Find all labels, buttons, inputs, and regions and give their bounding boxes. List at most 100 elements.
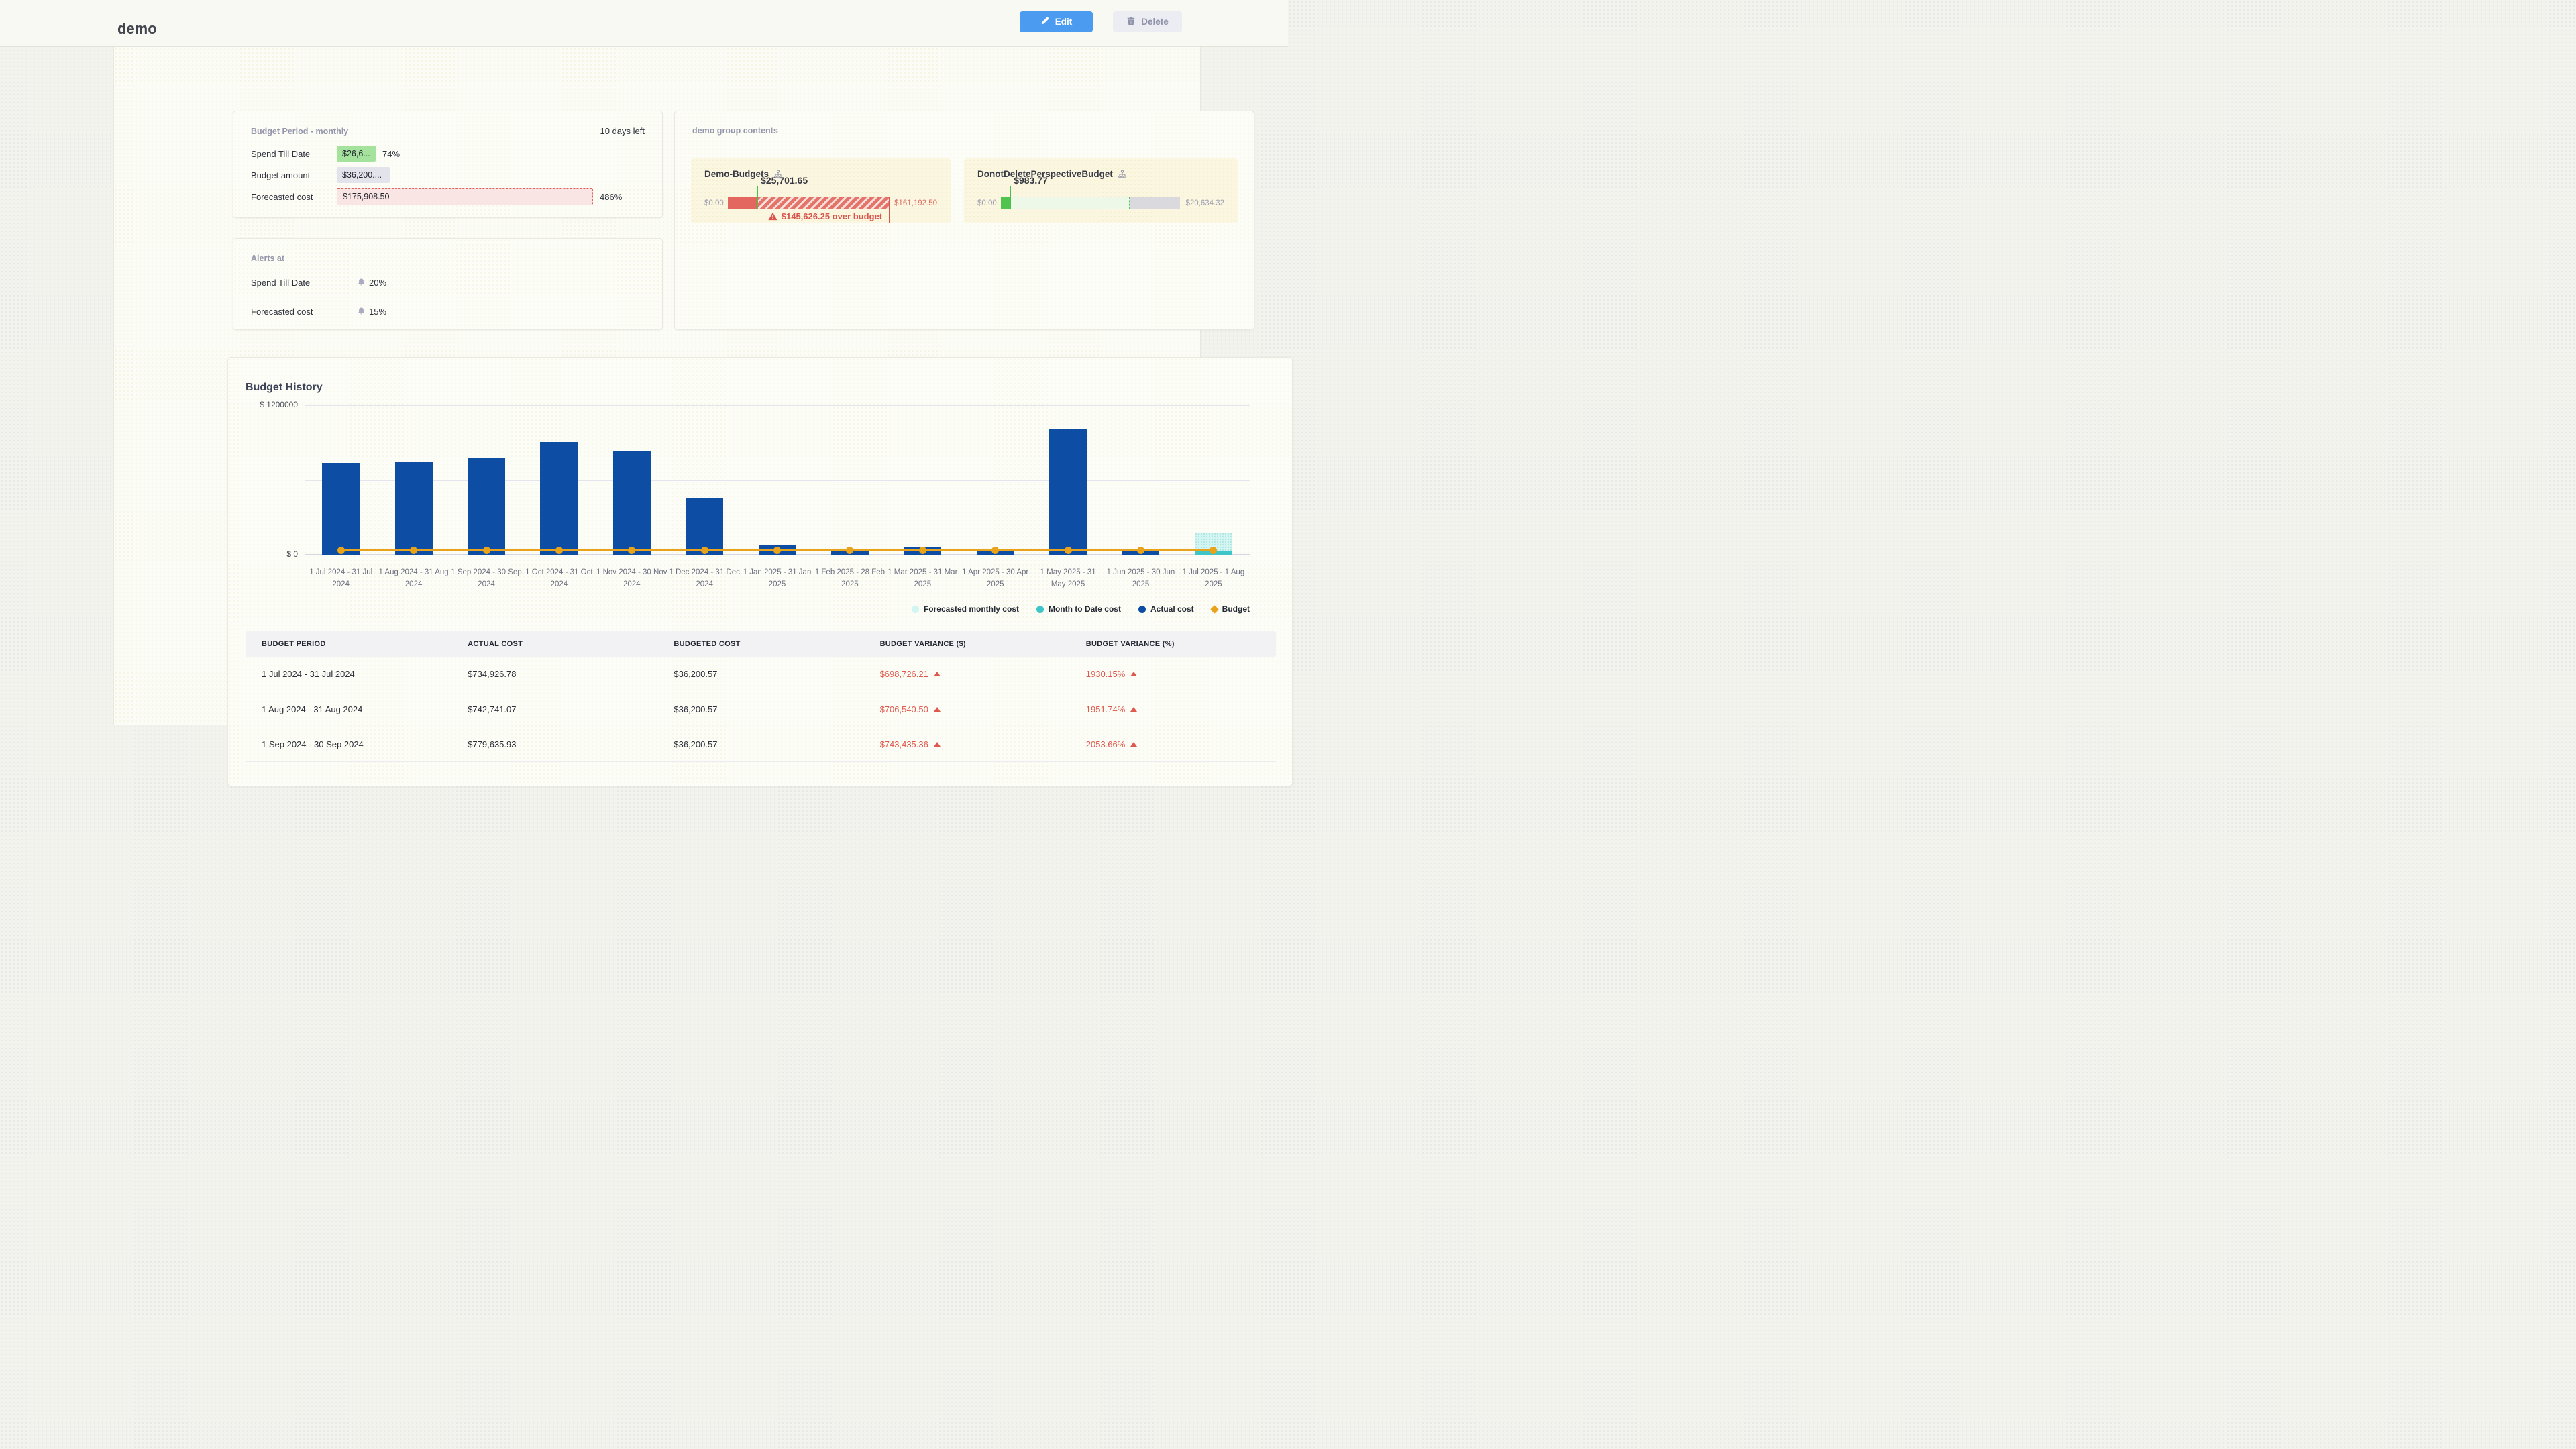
gridline-mid xyxy=(305,480,1250,481)
legend-circle-swatch xyxy=(1036,606,1044,613)
legend-label: Forecasted monthly cost xyxy=(924,604,1019,614)
table-column-header: Actual Cost xyxy=(451,631,657,657)
variance-up-icon xyxy=(1130,742,1137,747)
legend-circle-swatch xyxy=(1138,606,1146,613)
y-axis-tick-zero: $ 0 xyxy=(228,549,298,559)
table-column-header: Budget Variance ($) xyxy=(864,631,1070,657)
table-column-header: Budgeted Cost xyxy=(657,631,863,657)
metric-label: Budget amount xyxy=(251,170,337,180)
metric-value-chip: $26,6... xyxy=(337,146,376,162)
table-column-header: Budget Period xyxy=(246,631,451,657)
legend-diamond-swatch xyxy=(1210,605,1219,614)
y-axis-tick-max: $ 1200000 xyxy=(228,400,298,409)
legend-item[interactable]: Forecasted monthly cost xyxy=(912,604,1019,614)
actual-cost-label: $25,701.65 xyxy=(761,175,808,186)
edit-button-label: Edit xyxy=(1055,17,1073,27)
actual-cost-bar[interactable] xyxy=(395,462,433,555)
group-budget-card[interactable]: Demo-Budgets $0.00 $25,701.65 $145,626.2… xyxy=(691,158,951,223)
over-budget-marker-line xyxy=(889,197,890,223)
table-row: 1 Jul 2024 - 31 Jul 2024 $734,926.78 $36… xyxy=(246,657,1276,692)
cell-actual-cost: $742,741.07 xyxy=(451,692,657,727)
alert-thresholds: Spend Till Date 20% Forecasted cost 15% xyxy=(233,263,662,319)
cell-budget-period: 1 Jul 2024 - 31 Jul 2024 xyxy=(246,657,451,692)
budget-line-marker[interactable] xyxy=(483,547,490,554)
budget-line-marker[interactable] xyxy=(555,547,563,554)
legend-label: Month to Date cost xyxy=(1049,604,1121,614)
cell-variance-usd: $743,435.36 xyxy=(864,727,1070,761)
x-axis-label: 1 Dec 2024 - 31 Dec 2024 xyxy=(668,567,741,591)
budget-period-metrics: Spend Till Date $26,6... 74% Budget amou… xyxy=(233,136,662,206)
cell-variance-usd: $698,726.21 xyxy=(864,657,1070,692)
x-axis-label: 1 Apr 2025 - 30 Apr 2025 xyxy=(959,567,1032,591)
budget-metric-row: Budget amount $36,200.... xyxy=(251,166,645,184)
actual-cost-bar[interactable] xyxy=(613,451,651,555)
x-axis-labels: 1 Jul 2024 - 31 Jul 20241 Aug 2024 - 31 … xyxy=(305,567,1250,591)
page-title: demo xyxy=(117,20,157,38)
alert-label: Forecasted cost xyxy=(251,307,357,317)
table-row: 1 Sep 2024 - 30 Sep 2024 $779,635.93 $36… xyxy=(246,727,1276,761)
x-axis-label: 1 Mar 2025 - 31 Mar 2025 xyxy=(886,567,959,591)
budget-line-marker[interactable] xyxy=(773,547,781,554)
metric-label: Forecasted cost xyxy=(251,192,337,202)
table-body: 1 Jul 2024 - 31 Jul 2024 $734,926.78 $36… xyxy=(246,657,1276,761)
cell-budget-period: 1 Aug 2024 - 31 Aug 2024 xyxy=(246,692,451,727)
x-axis-label: 1 Aug 2024 - 31 Aug 2024 xyxy=(377,567,449,591)
alert-threshold-row: Spend Till Date 20% xyxy=(251,275,645,290)
budget-line-marker[interactable] xyxy=(337,547,345,554)
actual-cost-bar[interactable] xyxy=(540,442,578,555)
budget-progress-bar: $25,701.65 $145,626.25 over budget xyxy=(728,197,889,209)
table-column-header: Budget Variance (%) xyxy=(1070,631,1276,657)
cell-budgeted-cost: $36,200.57 xyxy=(657,657,863,692)
cell-actual-cost: $779,635.93 xyxy=(451,727,657,761)
budget-line-marker[interactable] xyxy=(410,547,417,554)
variance-up-icon xyxy=(1130,672,1137,676)
page-header: demo Edit Delete xyxy=(0,0,1288,47)
legend-item[interactable]: Actual cost xyxy=(1138,604,1194,614)
metric-label: Spend Till Date xyxy=(251,149,337,159)
actual-cost-bar[interactable] xyxy=(468,458,505,555)
budget-line-marker[interactable] xyxy=(919,547,926,554)
budget-line-marker[interactable] xyxy=(628,547,635,554)
legend-item[interactable]: Month to Date cost xyxy=(1036,604,1121,614)
budget-line-marker[interactable] xyxy=(701,547,708,554)
actual-cost-bar[interactable] xyxy=(1049,429,1087,555)
alert-value: 20% xyxy=(357,278,386,288)
budget-metric-row: Spend Till Date $26,6... 74% xyxy=(251,144,645,163)
metric-value-chip: $175,908.50 xyxy=(337,188,593,205)
cell-budgeted-cost: $36,200.57 xyxy=(657,727,863,761)
delete-button-label: Delete xyxy=(1141,17,1169,27)
budget-metric-row: Forecasted cost $175,908.50 486% xyxy=(251,187,645,206)
edit-button[interactable]: Edit xyxy=(1020,11,1093,32)
group-contents-title: demo group contents xyxy=(692,126,778,136)
budget-line-marker[interactable] xyxy=(1065,547,1072,554)
cell-budgeted-cost: $36,200.57 xyxy=(657,692,863,727)
actual-cost-bar[interactable] xyxy=(322,463,360,555)
budget-history-card: Budget History $ 1200000 $ 0 1 Jul 2024 … xyxy=(227,357,1293,786)
budget-bar-max: $161,192.50 xyxy=(894,199,937,207)
pencil-icon xyxy=(1040,16,1050,28)
actual-cost-tick xyxy=(757,186,758,209)
table-header-row: Budget PeriodActual CostBudgeted CostBud… xyxy=(246,631,1276,657)
legend-item[interactable]: Budget xyxy=(1212,604,1250,614)
warning-icon xyxy=(768,212,777,221)
budget-line-marker[interactable] xyxy=(991,547,999,554)
budget-bar-min: $0.00 xyxy=(977,199,997,207)
x-axis-label: 1 Jul 2024 - 31 Jul 2024 xyxy=(305,567,377,591)
metric-percent: 74% xyxy=(382,149,400,159)
budget-line-marker[interactable] xyxy=(1137,547,1144,554)
budget-progress-bar: $983.77 xyxy=(1001,197,1181,209)
cell-variance-pct: 1951.74% xyxy=(1070,692,1276,727)
x-axis-label: 1 Jun 2025 - 30 Jun 2025 xyxy=(1104,567,1177,591)
x-axis-label: 1 Jul 2025 - 1 Aug 2025 xyxy=(1177,567,1250,591)
alerts-card: Alerts at Spend Till Date 20% Forecasted… xyxy=(233,238,663,330)
legend-label: Actual cost xyxy=(1150,604,1194,614)
actual-cost-tick xyxy=(1010,186,1011,209)
x-axis-label: 1 May 2025 - 31 May 2025 xyxy=(1032,567,1104,591)
variance-up-icon xyxy=(934,672,941,676)
variance-up-icon xyxy=(934,707,941,712)
budget-history-chart[interactable] xyxy=(305,405,1250,555)
budget-bar-min: $0.00 xyxy=(704,199,724,207)
delete-button[interactable]: Delete xyxy=(1113,11,1182,32)
group-budget-name: Demo-Budgets xyxy=(704,169,769,179)
group-budget-card[interactable]: DonotDeletePerspectiveBudget $0.00 $983.… xyxy=(964,158,1238,223)
